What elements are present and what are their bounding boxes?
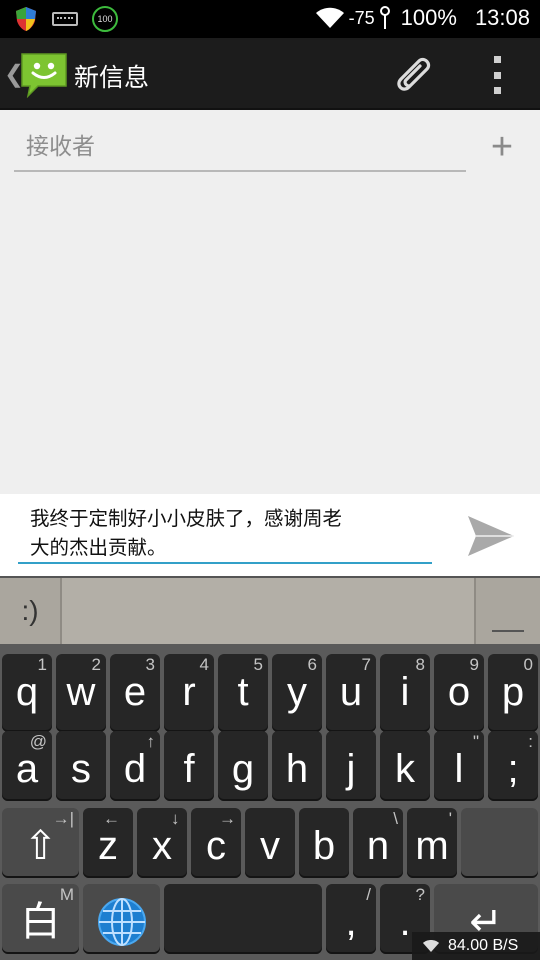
key-x[interactable]: x ↓ xyxy=(137,808,187,878)
shift-key[interactable]: ⇧ →| xyxy=(2,808,79,878)
recipient-field-wrapper xyxy=(14,128,466,172)
language-key[interactable] xyxy=(83,884,160,954)
keyboard-icon xyxy=(52,12,78,26)
key-k[interactable]: k xyxy=(380,731,430,801)
message-text-line: 我终于定制好小小皮肤了，感谢周老 xyxy=(30,507,343,530)
battery-percent: 100% xyxy=(400,5,457,30)
shield-icon xyxy=(16,7,36,31)
emoticon-button[interactable]: :) xyxy=(0,578,62,644)
key-i[interactable]: i8 xyxy=(380,654,430,732)
globe-icon xyxy=(97,898,146,946)
key-m[interactable]: m ' xyxy=(407,808,457,878)
circle-100-icon: 100 xyxy=(92,6,118,32)
clock: 13:08 xyxy=(474,5,530,30)
key-q[interactable]: q1 xyxy=(2,654,52,732)
key-y[interactable]: y6 xyxy=(272,654,322,732)
key-r[interactable]: r4 xyxy=(164,654,214,732)
comma-key[interactable]: , / xyxy=(326,884,376,954)
wifi-small-icon xyxy=(423,940,439,952)
key-l[interactable]: l " xyxy=(434,731,484,801)
key-s[interactable]: s xyxy=(56,731,106,801)
input-mode-key[interactable]: 白M xyxy=(2,884,79,954)
key-o[interactable]: o9 xyxy=(434,654,484,732)
key-semicolon[interactable]: ;: xyxy=(488,731,538,801)
key-d[interactable]: d ↑ xyxy=(110,731,160,801)
recipient-input[interactable] xyxy=(14,128,466,166)
keyboard: q1 w2 e3 r4 t5 y6 u7 i8 o9 p0 a @ s d ↑ f … xyxy=(0,644,540,960)
key-h[interactable]: h xyxy=(272,731,322,801)
key-a[interactable]: a @ xyxy=(2,731,52,801)
key-v[interactable]: v xyxy=(245,808,295,878)
key-b[interactable]: b xyxy=(299,808,349,878)
hide-keyboard-button[interactable] xyxy=(474,578,540,644)
key-g[interactable]: g xyxy=(218,731,268,801)
signal-icon xyxy=(379,6,390,29)
add-recipient-button[interactable]: + xyxy=(486,128,518,168)
message-input[interactable]: 我终于定制好小小皮肤了，感谢周老 大的杰出贡献。 xyxy=(18,504,432,564)
network-speed-text: 84.00 B/S xyxy=(448,937,519,954)
paperclip-icon[interactable] xyxy=(392,54,434,96)
message-text-line: 大的杰出贡献。 xyxy=(30,536,167,559)
network-speed-overlay: 84.00 B/S xyxy=(412,932,540,960)
key-e[interactable]: e3 xyxy=(110,654,160,732)
status-bar: 100 -75 100% 13:08 xyxy=(0,0,540,38)
key-w[interactable]: w2 xyxy=(56,654,106,732)
key-z[interactable]: z ← xyxy=(83,808,133,878)
candidate-bar: :) xyxy=(0,576,540,644)
message-area: + xyxy=(0,110,540,494)
overflow-menu-icon[interactable] xyxy=(490,56,504,94)
messaging-app-icon[interactable] xyxy=(20,50,68,98)
key-p[interactable]: p0 xyxy=(488,654,538,732)
wifi-icon xyxy=(315,7,344,28)
backspace-key[interactable] xyxy=(461,808,538,878)
signal-strength-text: -75 xyxy=(348,7,375,28)
key-t[interactable]: t5 xyxy=(218,654,268,732)
key-j[interactable]: j xyxy=(326,731,376,801)
key-f[interactable]: f xyxy=(164,731,214,801)
key-u[interactable]: u7 xyxy=(326,654,376,732)
page-title: 新信息 xyxy=(74,63,150,92)
key-n[interactable]: n \ xyxy=(353,808,403,878)
send-icon[interactable] xyxy=(466,514,516,558)
compose-bar: 我终于定制好小小皮肤了，感谢周老 大的杰出贡献。 xyxy=(0,494,540,576)
candidate-area[interactable] xyxy=(62,578,474,644)
action-bar: ❮ 新信息 xyxy=(0,38,540,110)
key-c[interactable]: c → xyxy=(191,808,241,878)
space-key[interactable] xyxy=(164,884,322,954)
